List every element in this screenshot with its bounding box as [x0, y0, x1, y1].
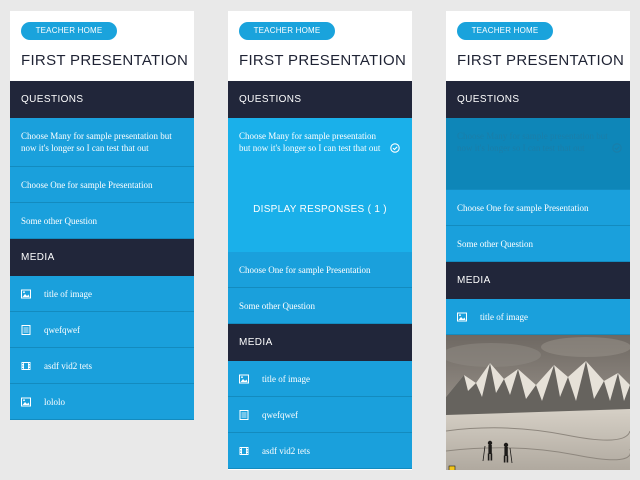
- media-item-label: title of image: [44, 289, 92, 299]
- question-text: Choose Many for sample presentation but …: [457, 131, 608, 153]
- check-circle-icon: [612, 143, 622, 153]
- page-title: FIRST PRESENTATION: [21, 52, 189, 69]
- mountain-climbers-photo[interactable]: [446, 335, 630, 470]
- media-item[interactable]: asdf vid2 tets: [10, 348, 194, 384]
- question-item[interactable]: Choose One for sample Presentation: [446, 190, 630, 226]
- media-item-label: lololo: [44, 397, 66, 407]
- image-icon: [21, 397, 31, 407]
- media-item-label: title of image: [480, 312, 528, 322]
- media-item[interactable]: lololo: [10, 384, 194, 420]
- question-item-dimmed[interactable]: Choose Many for sample presentation but …: [446, 118, 630, 190]
- question-item[interactable]: Choose One for sample Presentation: [228, 252, 412, 288]
- questions-header: QUESTIONS: [446, 81, 630, 118]
- media-item-label: title of image: [262, 374, 310, 384]
- presentation-panel-1: TEACHER HOME FIRST PRESENTATION QUESTION…: [10, 11, 194, 420]
- image-icon: [21, 289, 31, 299]
- media-item-label: qwefqwef: [44, 325, 80, 335]
- media-header: MEDIA: [446, 262, 630, 299]
- teacher-home-button[interactable]: TEACHER HOME: [239, 22, 335, 40]
- question-item[interactable]: Choose One for sample Presentation: [10, 167, 194, 203]
- teacher-home-button[interactable]: TEACHER HOME: [21, 22, 117, 40]
- media-item-label: qwefqwef: [262, 410, 298, 420]
- display-responses-button[interactable]: DISPLAY RESPONSES ( 1 ): [228, 204, 412, 215]
- presentation-panel-3: TEACHER HOME FIRST PRESENTATION QUESTION…: [446, 11, 630, 470]
- panel-header: TEACHER HOME FIRST PRESENTATION: [10, 11, 194, 81]
- question-item[interactable]: Some other Question: [10, 203, 194, 239]
- media-item-label: asdf vid2 tets: [262, 446, 310, 456]
- image-icon: [239, 374, 249, 384]
- film-icon: [21, 362, 31, 370]
- page-title: FIRST PRESENTATION: [457, 52, 625, 69]
- film-icon: [239, 447, 249, 455]
- check-circle-icon: [390, 143, 400, 153]
- teacher-home-button[interactable]: TEACHER HOME: [457, 22, 553, 40]
- page-title: FIRST PRESENTATION: [239, 52, 407, 69]
- media-item[interactable]: asdf vid2 tets: [228, 433, 412, 469]
- expanded-question[interactable]: Choose Many for sample presentation but …: [228, 118, 412, 252]
- question-text: Choose Many for sample presentation but …: [239, 131, 381, 153]
- panel-header: TEACHER HOME FIRST PRESENTATION: [446, 11, 630, 81]
- media-item[interactable]: title of image: [446, 299, 630, 335]
- question-item[interactable]: Some other Question: [446, 226, 630, 262]
- media-item-label: asdf vid2 tets: [44, 361, 92, 371]
- media-item[interactable]: qwefqwef: [10, 312, 194, 348]
- document-icon: [239, 410, 249, 420]
- media-item[interactable]: title of image: [228, 361, 412, 397]
- image-icon: [457, 312, 467, 322]
- panel-header: TEACHER HOME FIRST PRESENTATION: [228, 11, 412, 81]
- questions-header: QUESTIONS: [10, 81, 194, 118]
- presentation-panel-2: TEACHER HOME FIRST PRESENTATION QUESTION…: [228, 11, 412, 470]
- media-header: MEDIA: [10, 239, 194, 276]
- media-header: MEDIA: [228, 324, 412, 361]
- questions-header: QUESTIONS: [228, 81, 412, 118]
- question-item[interactable]: Choose Many for sample presentation but …: [10, 118, 194, 167]
- media-item[interactable]: title of image: [10, 276, 194, 312]
- question-item[interactable]: Some other Question: [228, 288, 412, 324]
- document-icon: [21, 325, 31, 335]
- media-item[interactable]: qwefqwef: [228, 397, 412, 433]
